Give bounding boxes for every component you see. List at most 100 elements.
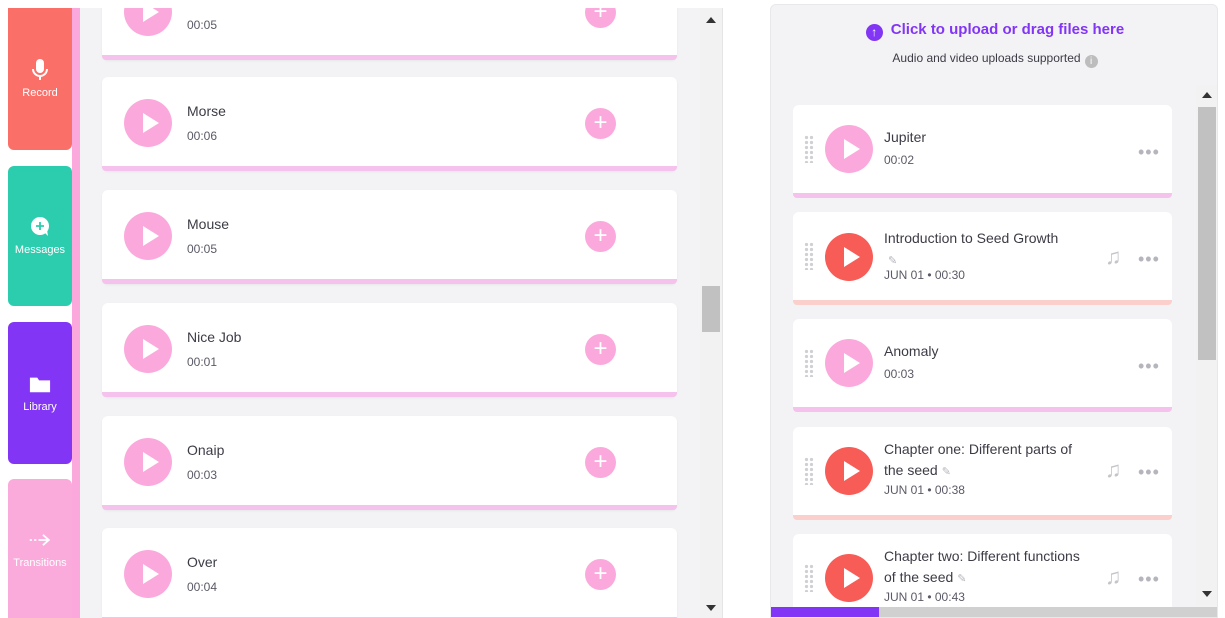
- track-meta: 00:03: [884, 367, 915, 381]
- track-title: Introduction to Seed Growth ✎: [884, 228, 1089, 272]
- play-button[interactable]: [124, 550, 172, 598]
- play-button[interactable]: [124, 438, 172, 486]
- sound-duration: 00:06: [187, 129, 218, 143]
- upload-subtitle: Audio and video uploads supported i: [771, 51, 1217, 68]
- track-title: Chapter one: Different parts of the seed…: [884, 439, 1089, 483]
- active-tab-indicator: [72, 8, 80, 618]
- add-sound-button[interactable]: +: [585, 559, 616, 590]
- more-dots-icon[interactable]: •••: [1138, 250, 1160, 268]
- track-item[interactable]: Chapter two: Different functions of the …: [793, 534, 1172, 617]
- sidebar-tab-record-label: Record: [22, 87, 58, 99]
- sidebar-tab-record[interactable]: Record: [8, 8, 72, 150]
- chat-plus-icon: [29, 216, 51, 238]
- track-title: Anomaly: [884, 343, 939, 359]
- drag-handle-icon[interactable]: [804, 242, 814, 270]
- track-title: Jupiter: [884, 129, 927, 145]
- sound-title: Over: [187, 554, 218, 570]
- sound-card[interactable]: Nice Job 00:01 +: [102, 303, 677, 397]
- play-button[interactable]: [825, 339, 873, 387]
- track-title-text: Chapter two: Different functions of the …: [884, 548, 1080, 585]
- track-title-text: Introduction to Seed Growth: [884, 230, 1059, 246]
- music-note-icon[interactable]: ♫: [1105, 564, 1135, 589]
- sound-card-partial[interactable]: 00:05 +: [102, 8, 677, 60]
- scrollbar-thumb[interactable]: [1198, 107, 1216, 360]
- drag-handle-icon[interactable]: [804, 135, 814, 163]
- play-button[interactable]: [825, 554, 873, 602]
- more-dots-icon[interactable]: •••: [1138, 570, 1160, 588]
- play-button[interactable]: [124, 8, 172, 36]
- track-meta: JUN 01 • 00:30: [884, 268, 965, 282]
- play-button[interactable]: [124, 212, 172, 260]
- drag-handle-icon[interactable]: [804, 457, 814, 485]
- sound-duration: 00:04: [187, 580, 218, 594]
- sidebar-tab-library-label: Library: [23, 401, 57, 413]
- sound-duration: 00:03: [187, 468, 218, 482]
- sound-duration: 00:05: [187, 18, 218, 32]
- sound-duration: 00:05: [187, 242, 218, 256]
- track-item[interactable]: Jupiter 00:02 •••: [793, 105, 1172, 198]
- sound-title: Mouse: [187, 216, 230, 232]
- upload-arrow-icon: ↑: [865, 24, 883, 41]
- track-underline: [793, 515, 1172, 520]
- add-sound-button[interactable]: +: [585, 334, 616, 365]
- scroll-up-arrow-icon[interactable]: [706, 17, 716, 23]
- drag-handle-icon[interactable]: [804, 349, 814, 377]
- track-item[interactable]: Anomaly 00:03 •••: [793, 319, 1172, 412]
- track-title-text: Chapter one: Different parts of the seed: [884, 441, 1073, 478]
- sound-title: Onaip: [187, 442, 225, 458]
- card-underline: [102, 505, 677, 510]
- card-underline: [102, 279, 677, 284]
- upload-dropzone[interactable]: ↑ Click to upload or drag files here: [771, 21, 1217, 41]
- sidebar-tab-messages[interactable]: Messages: [8, 166, 72, 306]
- sound-list-panel: 00:05 + Morse 00:06 + Mouse 00:05 + Nice…: [80, 8, 723, 618]
- add-sound-button[interactable]: +: [585, 447, 616, 478]
- upload-subtitle-text: Audio and video uploads supported: [892, 51, 1081, 65]
- play-button[interactable]: [124, 99, 172, 147]
- music-note-icon[interactable]: ♫: [1105, 244, 1135, 269]
- pencil-icon[interactable]: ✎: [957, 569, 966, 590]
- track-meta: JUN 01 • 00:43: [884, 590, 965, 604]
- scroll-down-arrow-icon[interactable]: [706, 605, 716, 611]
- sound-card[interactable]: Onaip 00:03 +: [102, 416, 677, 510]
- pencil-icon[interactable]: ✎: [942, 462, 951, 483]
- sound-duration: 00:01: [187, 355, 218, 369]
- drag-handle-icon[interactable]: [804, 564, 814, 592]
- track-underline: [793, 407, 1172, 412]
- upload-progress-bar: [771, 607, 1217, 617]
- play-button[interactable]: [825, 233, 873, 281]
- info-icon[interactable]: i: [1084, 55, 1098, 68]
- play-button[interactable]: [825, 447, 873, 495]
- card-underline: [102, 392, 677, 397]
- track-panel: ↑ Click to upload or drag files here Audi…: [770, 4, 1218, 618]
- sidebar-tab-transitions-label: Transitions: [13, 556, 67, 569]
- music-note-icon[interactable]: ♫: [1105, 457, 1135, 482]
- track-meta: JUN 01 • 00:38: [884, 483, 965, 497]
- sound-title: Nice Job: [187, 329, 242, 345]
- play-button[interactable]: [825, 125, 873, 173]
- add-sound-button[interactable]: +: [585, 8, 616, 28]
- scroll-down-arrow-icon[interactable]: [1202, 591, 1212, 597]
- more-dots-icon[interactable]: •••: [1138, 357, 1160, 375]
- microphone-icon: [29, 59, 51, 81]
- sidebar-tab-library[interactable]: Library: [8, 322, 72, 464]
- sound-card[interactable]: Over 00:04 +: [102, 528, 677, 618]
- add-sound-button[interactable]: +: [585, 108, 616, 139]
- sound-card[interactable]: Morse 00:06 +: [102, 77, 677, 171]
- sidebar-tab-transitions[interactable]: Transitions: [8, 479, 72, 618]
- left-scrollbar[interactable]: [700, 8, 722, 618]
- app-page: Record Messages Library Transitions 00:0…: [0, 0, 1225, 618]
- track-item[interactable]: Introduction to Seed Growth ✎ JUN 01 • 00…: [793, 212, 1172, 305]
- add-sound-button[interactable]: +: [585, 221, 616, 252]
- play-button[interactable]: [124, 325, 172, 373]
- more-dots-icon[interactable]: •••: [1138, 143, 1160, 161]
- right-scrollbar[interactable]: [1196, 85, 1217, 605]
- card-underline: [102, 166, 677, 171]
- sound-card[interactable]: Mouse 00:05 +: [102, 190, 677, 284]
- scrollbar-thumb[interactable]: [702, 286, 720, 332]
- more-dots-icon[interactable]: •••: [1138, 463, 1160, 481]
- sidebar-tab-messages-label: Messages: [14, 244, 66, 256]
- scroll-up-arrow-icon[interactable]: [1202, 92, 1212, 98]
- track-meta: 00:02: [884, 153, 915, 167]
- arrow-right-dashed-icon: [29, 529, 51, 551]
- track-item[interactable]: Chapter one: Different parts of the seed…: [793, 427, 1172, 520]
